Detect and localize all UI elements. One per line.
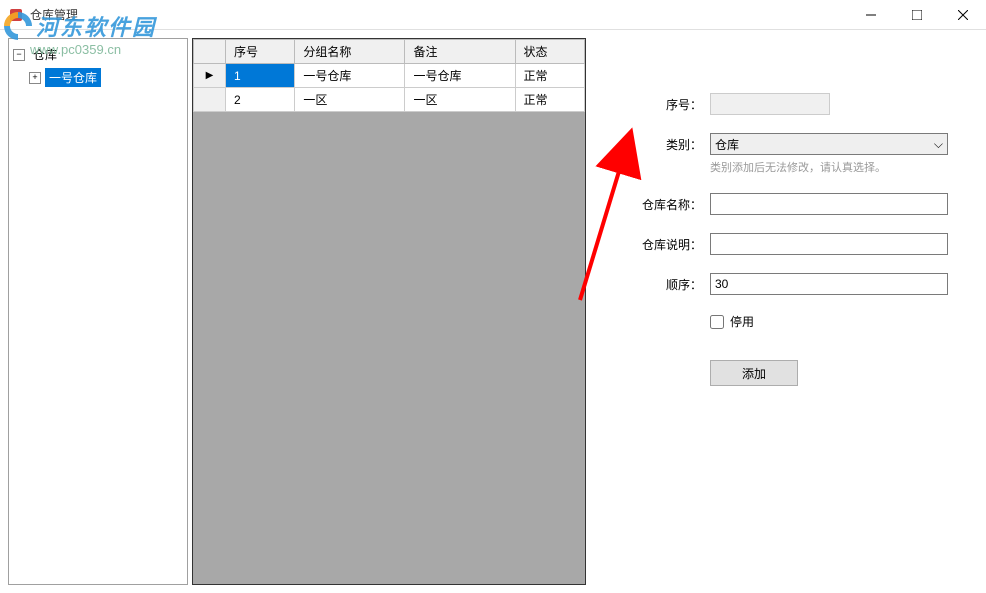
disabled-label: 停用 xyxy=(730,313,754,330)
close-button[interactable] xyxy=(940,0,986,30)
table-header-serial[interactable]: 序号 xyxy=(226,40,295,64)
category-select[interactable]: 仓库 ⌵ xyxy=(710,133,948,155)
table-cell[interactable]: 2 xyxy=(226,88,295,112)
table-cell[interactable]: 一区 xyxy=(295,88,405,112)
serial-input xyxy=(710,93,830,115)
row-indicator: ▶ xyxy=(194,64,226,88)
chevron-down-icon: ⌵ xyxy=(934,137,943,152)
table-header-status[interactable]: 状态 xyxy=(515,40,584,64)
tree-child-node[interactable]: + 一号仓库 xyxy=(29,66,183,89)
table-cell[interactable]: 一号仓库 xyxy=(405,64,515,88)
tree-panel: − 仓库 + 一号仓库 xyxy=(8,38,188,585)
category-value: 仓库 xyxy=(715,136,739,153)
minimize-button[interactable] xyxy=(848,0,894,30)
category-hint: 类别添加后无法修改，请认真选择。 xyxy=(710,159,948,175)
table-cell[interactable]: 正常 xyxy=(515,64,584,88)
name-input[interactable] xyxy=(710,193,948,215)
serial-label: 序号： xyxy=(640,93,710,113)
maximize-button[interactable] xyxy=(894,0,940,30)
table-cell[interactable]: 一号仓库 xyxy=(295,64,405,88)
tree-child-label: 一号仓库 xyxy=(45,68,101,87)
table-cell[interactable]: 正常 xyxy=(515,88,584,112)
add-button[interactable]: 添加 xyxy=(710,360,798,386)
row-indicator xyxy=(194,88,226,112)
table-cell[interactable]: 1 xyxy=(226,64,295,88)
table-header-remark[interactable]: 备注 xyxy=(405,40,515,64)
desc-input[interactable] xyxy=(710,233,948,255)
table-corner xyxy=(194,40,226,64)
order-input[interactable] xyxy=(710,273,948,295)
app-icon xyxy=(8,7,24,23)
order-label: 顺序： xyxy=(640,273,710,293)
table-row[interactable]: 2 一区 一区 正常 xyxy=(194,88,585,112)
data-table: 序号 分组名称 备注 状态 ▶ 1 一号仓库 一号仓库 正常 2 一区 xyxy=(193,39,585,112)
table-header-name[interactable]: 分组名称 xyxy=(295,40,405,64)
tree-collapse-icon[interactable]: − xyxy=(13,49,25,61)
tree-root-label: 仓库 xyxy=(29,45,61,64)
category-label: 类别： xyxy=(640,133,710,153)
table-panel: 序号 分组名称 备注 状态 ▶ 1 一号仓库 一号仓库 正常 2 一区 xyxy=(192,38,586,585)
tree-expand-icon[interactable]: + xyxy=(29,72,41,84)
window-title: 仓库管理 xyxy=(30,6,848,23)
tree-root-node[interactable]: − 仓库 xyxy=(13,43,183,66)
disabled-checkbox[interactable] xyxy=(710,315,724,329)
titlebar: 仓库管理 xyxy=(0,0,986,30)
disabled-checkbox-label[interactable]: 停用 xyxy=(710,313,948,330)
form-panel: 序号： 类别： 仓库 ⌵ 类别添加后无法修改，请认真选择。 仓库名称： 仓库说明… xyxy=(590,38,978,585)
table-cell[interactable]: 一区 xyxy=(405,88,515,112)
name-label: 仓库名称： xyxy=(640,193,710,213)
desc-label: 仓库说明： xyxy=(640,233,710,253)
table-row[interactable]: ▶ 1 一号仓库 一号仓库 正常 xyxy=(194,64,585,88)
